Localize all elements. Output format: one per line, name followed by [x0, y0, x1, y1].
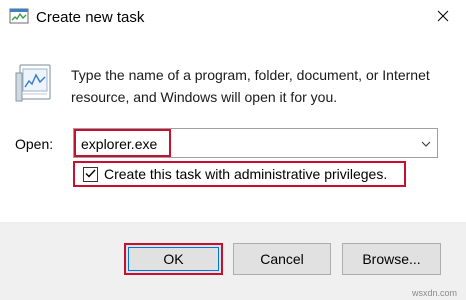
checkmark-icon [85, 165, 96, 183]
open-input[interactable]: explorer.exe [74, 129, 171, 157]
dropdown-button[interactable] [415, 129, 437, 157]
task-manager-icon [9, 8, 29, 26]
dialog-description: Type the name of a program, folder, docu… [71, 67, 430, 105]
close-icon [437, 9, 449, 27]
admin-privileges-option[interactable]: Create this task with administrative pri… [73, 161, 406, 187]
chevron-down-icon [421, 134, 431, 152]
browse-button[interactable]: Browse... [342, 243, 441, 275]
close-button[interactable] [420, 0, 466, 36]
create-new-task-dialog: Create new task Type the name of a progr… [0, 0, 466, 300]
run-program-icon [14, 63, 52, 103]
open-combobox[interactable]: explorer.exe [73, 128, 438, 158]
watermark: wsxdn.com [412, 288, 458, 298]
ok-button-label: OK [128, 247, 219, 271]
admin-privileges-checkbox[interactable] [83, 165, 98, 183]
ok-button[interactable]: OK [124, 243, 223, 275]
dialog-title: Create new task [36, 9, 145, 26]
cancel-button[interactable]: Cancel [233, 243, 331, 275]
title-bar[interactable]: Create new task [0, 0, 466, 36]
open-label: Open: [15, 136, 54, 152]
admin-privileges-label[interactable]: Create this task with administrative pri… [104, 165, 387, 183]
